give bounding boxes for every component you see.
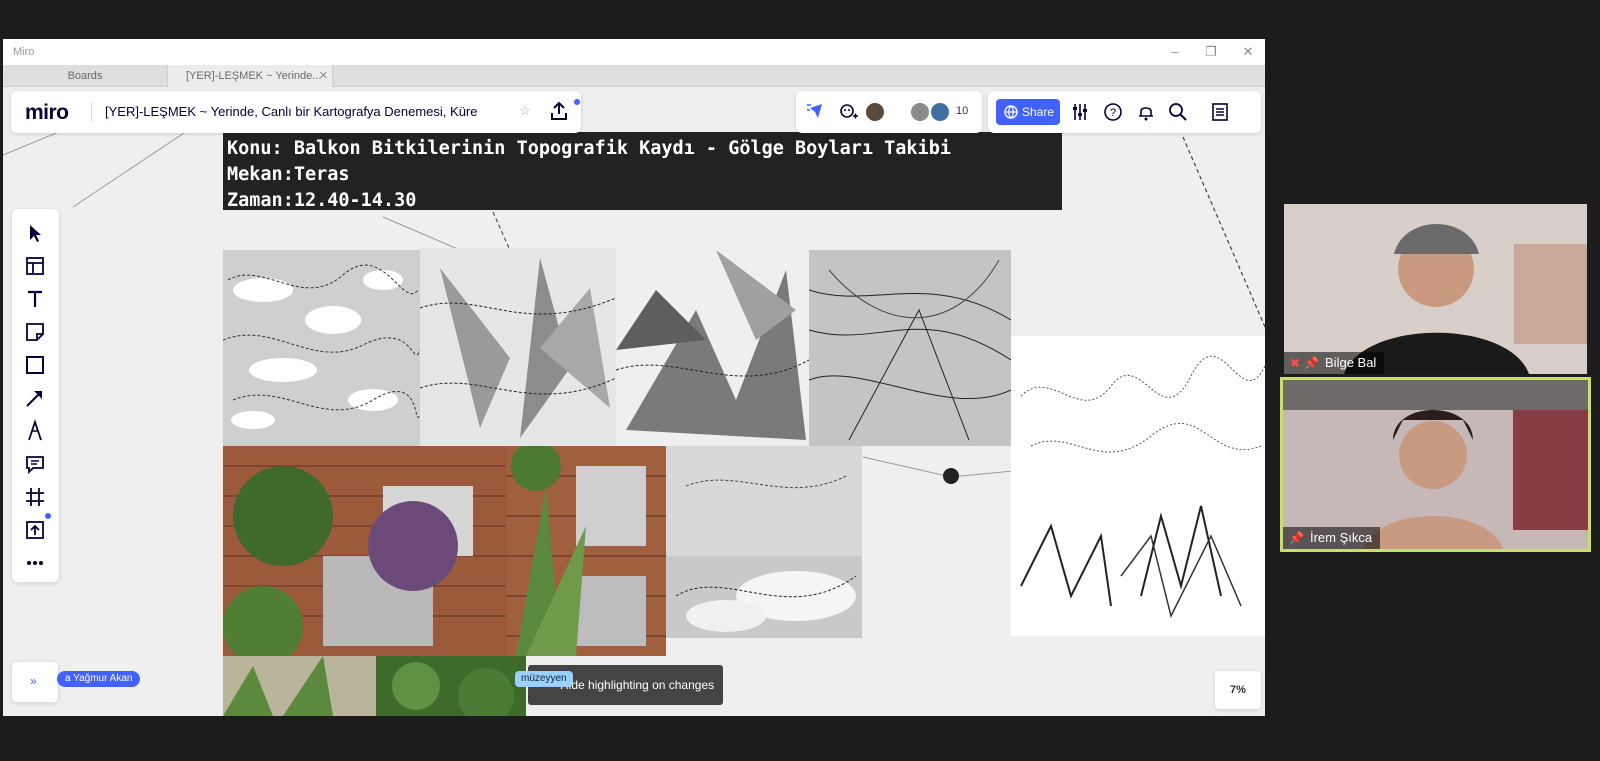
balcony-photo-4[interactable] xyxy=(376,656,526,716)
pin-icon: 📌 xyxy=(1289,531,1304,545)
export-icon[interactable] xyxy=(547,99,571,123)
search-icon[interactable] xyxy=(1168,102,1188,122)
expand-panel-button[interactable]: » xyxy=(12,662,58,702)
globe-icon xyxy=(1004,105,1018,119)
tab-label: [YER]-LEŞMEK ~ Yerinde... xyxy=(186,70,322,82)
screen: Miro – ❐ ✕ Boards [YER]-LEŞMEK ~ Yerinde… xyxy=(0,0,1600,761)
shadow-sketch-2[interactable] xyxy=(420,248,616,446)
collaborator-cursor-label: müzeyyen xyxy=(515,671,573,687)
close-window-icon[interactable]: ✕ xyxy=(1240,44,1256,60)
upload-indicator-dot xyxy=(45,513,51,519)
pen-tool-icon[interactable] xyxy=(23,419,47,443)
balcony-photo-1[interactable] xyxy=(223,446,506,656)
invite-icon[interactable] xyxy=(838,102,858,122)
more-tools-icon[interactable] xyxy=(23,551,47,575)
board-heading[interactable]: Konu: Balkon Bitkilerinin Topografik Kay… xyxy=(223,132,1062,211)
shadow-sketch-1[interactable] xyxy=(223,250,420,446)
tab-bar: Boards [YER]-LEŞMEK ~ Yerinde... ✕ xyxy=(3,65,1265,87)
share-label: Share xyxy=(1022,105,1055,119)
collaborator-count[interactable]: 10 xyxy=(956,105,968,117)
tab-board[interactable]: [YER]-LEŞMEK ~ Yerinde... ✕ xyxy=(167,65,333,87)
frame-tool-icon[interactable] xyxy=(23,485,47,509)
settings-sliders-icon[interactable] xyxy=(1070,102,1090,122)
minimize-icon[interactable]: – xyxy=(1167,44,1183,60)
help-icon[interactable]: ? xyxy=(1103,102,1123,122)
close-tab-icon[interactable]: ✕ xyxy=(319,65,328,87)
participant-name: İrem Şıkca xyxy=(1309,530,1373,545)
window-titlebar: Miro – ❐ ✕ xyxy=(3,39,1265,65)
board-menu-icon[interactable] xyxy=(1210,102,1230,122)
text-tool-icon[interactable] xyxy=(23,287,47,311)
comment-tool-icon[interactable] xyxy=(23,452,47,476)
participant-name-label: ✖ 📌 Bilge Bal xyxy=(1284,352,1385,374)
miro-logo[interactable]: miro xyxy=(25,101,69,125)
star-icon[interactable]: ☆ xyxy=(519,103,531,119)
pin-icon: 📌 xyxy=(1304,356,1320,370)
muted-mic-icon: ✖ xyxy=(1290,356,1301,370)
templates-tool-icon[interactable] xyxy=(23,254,47,278)
app-title: Miro xyxy=(13,46,35,58)
participant-name-label: 📌 İrem Şıkca xyxy=(1283,527,1381,549)
bell-icon[interactable] xyxy=(1136,102,1156,122)
share-button[interactable]: Share xyxy=(996,99,1060,125)
participant-video-active[interactable]: 📌 İrem Şıkca xyxy=(1280,377,1591,552)
shadow-sketch-3[interactable] xyxy=(616,250,809,446)
collaborator-cursor-label: a Yağmur Akan xyxy=(57,671,141,687)
board-header: miro [YER]-LEŞMEK ~ Yerinde, Canlı bir K… xyxy=(11,91,581,133)
participant-video[interactable]: ✖ 📌 Bilge Bal xyxy=(1284,204,1587,374)
tab-label: Boards xyxy=(67,70,103,82)
actions-bar: Share ? xyxy=(988,91,1261,133)
board-canvas[interactable]: Konu: Balkon Bitkilerinin Topografik Kay… xyxy=(3,87,1265,716)
heading-time: Zaman:12.40-14.30 xyxy=(227,190,417,211)
avatar[interactable] xyxy=(909,101,931,123)
balcony-photo-3[interactable] xyxy=(223,656,376,716)
chevron-right-icon: » xyxy=(30,674,37,688)
shadow-sketch-4[interactable] xyxy=(809,250,1011,446)
notification-dot xyxy=(574,99,580,105)
connection-line-tool-icon[interactable] xyxy=(23,386,47,410)
participant-video-image xyxy=(1283,380,1588,549)
select-tool-icon[interactable] xyxy=(23,221,47,245)
avatar[interactable] xyxy=(864,101,886,123)
sticky-note-tool-icon[interactable] xyxy=(23,320,47,344)
zoom-level[interactable]: 7% xyxy=(1215,671,1261,709)
creation-toolbar xyxy=(12,209,59,582)
miro-window: Miro – ❐ ✕ Boards [YER]-LEŞMEK ~ Yerinde… xyxy=(3,39,1265,716)
participant-name: Bilge Bal xyxy=(1325,355,1377,370)
upload-tool-icon[interactable] xyxy=(23,518,47,542)
avatar[interactable] xyxy=(929,101,951,123)
restore-icon[interactable]: ❐ xyxy=(1203,44,1219,60)
shape-tool-icon[interactable] xyxy=(23,353,47,377)
line-drawing[interactable] xyxy=(1011,336,1265,636)
heading-topic: Konu: Balkon Bitkilerinin Topografik Kay… xyxy=(227,138,951,159)
shadow-sketch-5[interactable] xyxy=(666,446,862,638)
balcony-photo-2[interactable] xyxy=(506,446,666,656)
collaborators-bar: 10 xyxy=(796,91,982,133)
heading-place: Mekan:Teras xyxy=(227,164,350,185)
divider xyxy=(91,102,92,122)
participant-video-image xyxy=(1284,204,1587,374)
svg-text:?: ? xyxy=(1110,107,1116,119)
board-title[interactable]: [YER]-LEŞMEK ~ Yerinde, Canlı bir Kartog… xyxy=(105,104,510,119)
cursor-follow-icon[interactable] xyxy=(806,102,826,122)
tab-boards[interactable]: Boards xyxy=(3,65,167,87)
